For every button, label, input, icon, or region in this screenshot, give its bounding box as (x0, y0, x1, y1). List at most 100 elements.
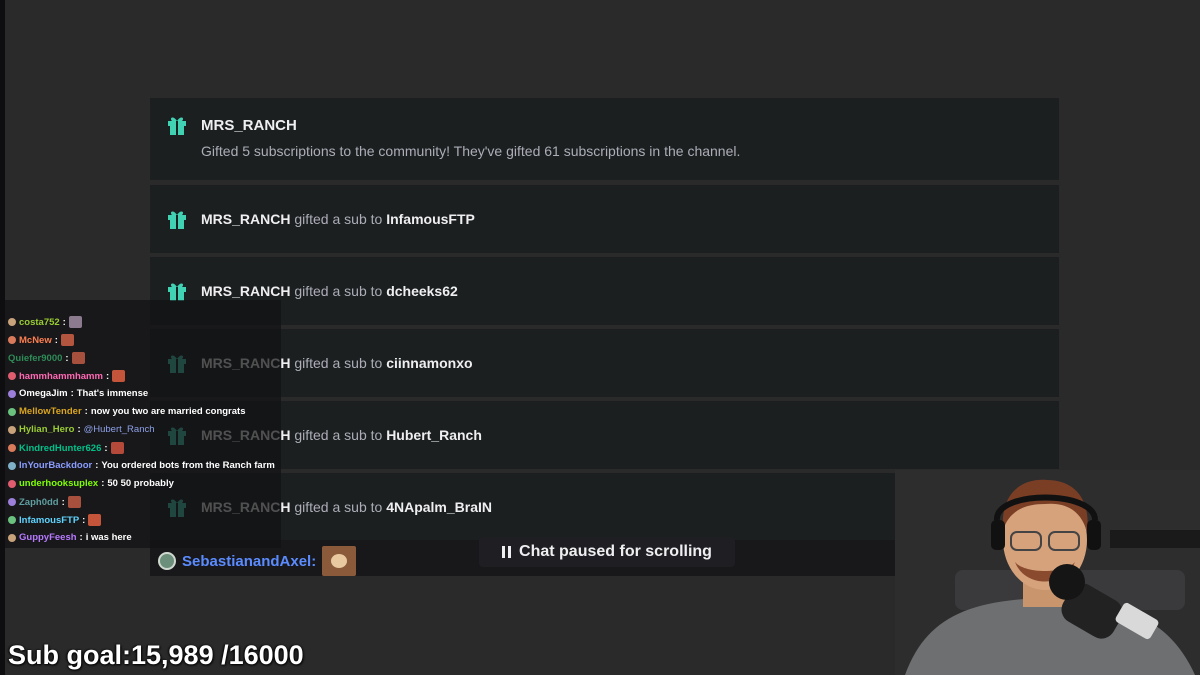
chat-line: InYourBackdoor: You ordered bots from the… (8, 460, 275, 471)
user-badge-icon (8, 533, 16, 542)
chat-line: Quiefer9000: (8, 352, 85, 364)
chat-separator: : (61, 496, 65, 508)
chat-separator: : (105, 370, 110, 382)
emote-icon (88, 514, 102, 526)
emote-icon (110, 442, 124, 454)
chat-message-text: 50 50 probably (107, 478, 174, 489)
user-badge-icon (8, 389, 16, 398)
gift-row: MRS_RANCH gifted a sub to InfamousFTP (150, 185, 1059, 253)
chat-message-text: That's immense (76, 388, 149, 399)
chat-username[interactable]: Quiefer9000 (8, 353, 62, 364)
webcam-feed (895, 470, 1200, 675)
emote-icon (68, 316, 82, 328)
chat-separator: : (70, 388, 74, 399)
gifter-name[interactable]: MRS_RANCH (201, 211, 290, 227)
recipient-name[interactable]: InfamousFTP (386, 211, 475, 227)
recipient-name[interactable]: dcheeks62 (386, 283, 458, 299)
chat-separator: : (65, 352, 69, 364)
recipient-name[interactable]: ciinnamonxo (386, 355, 472, 371)
chat-line: hammhammhamm: (8, 370, 126, 382)
chat-message-text: now you two are married congrats (90, 406, 246, 417)
chat-username[interactable]: McNew (19, 335, 52, 346)
chat-line: MellowTender: now you two are married con… (8, 406, 245, 417)
gift-connector: gifted a sub to (294, 499, 383, 515)
user-badge-icon (158, 552, 176, 570)
user-badge-icon (8, 444, 16, 452)
sub-goal-label: Sub goal: (8, 640, 131, 670)
gift-row-text: MRS_RANCH gifted a sub to InfamousFTP (201, 211, 475, 227)
gift-row-text: MRS_RANCH gifted a sub to dcheeks62 (201, 283, 458, 299)
chat-line: costa752: (8, 316, 82, 328)
chat-username[interactable]: MellowTender (19, 406, 82, 417)
gift-row: MRS_RANCH gifted a sub to ciinnamonxo (150, 329, 1059, 397)
recipient-name[interactable]: 4NApalm_BraIN (386, 499, 492, 515)
chat-username[interactable]: KindredHunter626 (19, 443, 101, 454)
gift-connector: gifted a sub to (294, 283, 383, 299)
chat-separator: : (54, 334, 58, 346)
chat-separator: : (84, 406, 88, 417)
gift-row: MRS_RANCH gifted a sub to dcheeks62 (150, 257, 1059, 325)
gift-icon (168, 117, 186, 135)
emote-icon (322, 546, 357, 576)
user-badge-icon (8, 336, 16, 344)
emote-icon (71, 352, 85, 364)
chat-username[interactable]: costa752 (19, 317, 60, 328)
user-badge-icon (8, 318, 16, 326)
chat-message-text: @Hubert_Ranch (83, 424, 155, 435)
sub-goal-counter: Sub goal:15,989 /16000 (8, 640, 304, 671)
emote-icon (60, 334, 74, 346)
user-badge-icon (8, 498, 16, 506)
chat-separator: : (104, 442, 108, 454)
chat-username[interactable]: SebastianandAxel: (182, 553, 316, 570)
chat-line: KindredHunter626: (8, 442, 124, 454)
chat-separator: : (62, 316, 66, 328)
chat-line: OmegaJim: That's immense (8, 388, 148, 399)
stream-chat-overlay: costa752: McNew: Quiefer9000: hammhammhamm:… (5, 300, 281, 548)
chat-username[interactable]: InfamousFTP (19, 515, 79, 526)
gift-connector: gifted a sub to (294, 211, 383, 227)
chat-username[interactable]: underhooksuplex (19, 478, 98, 489)
recipient-name[interactable]: Hubert_Ranch (386, 427, 482, 443)
gift-connector: gifted a sub to (294, 427, 383, 443)
user-badge-icon (8, 461, 16, 470)
chat-line: underhooksuplex:50 50 probably (8, 478, 174, 489)
gift-row: MRS_RANCH gifted a sub to Hubert_Ranch (150, 401, 1059, 469)
sub-goal-current: 15,989 (131, 640, 214, 670)
gift-connector: gifted a sub to (294, 355, 383, 371)
user-badge-icon (8, 407, 16, 416)
chat-separator: : (79, 532, 83, 543)
pause-icon (502, 546, 512, 558)
chat-username[interactable]: OmegaJim (19, 388, 68, 399)
chat-separator: : (77, 424, 81, 435)
gifter-name[interactable]: MRS_RANCH (201, 117, 297, 134)
gift-icon (168, 211, 186, 229)
chat-line: InfamousFTP: (8, 514, 102, 526)
chat-username[interactable]: Hylian_Hero (19, 424, 74, 435)
chat-line: McNew: (8, 334, 74, 346)
emote-icon (112, 370, 126, 382)
gift-card-community: MRS_RANCH Gifted 5 subscriptions to the … (150, 98, 1059, 180)
emote-icon (67, 496, 81, 508)
chat-line: Hylian_Hero: @Hubert_Ranch (8, 424, 155, 435)
chat-separator: : (82, 514, 86, 526)
chat-separator: : (95, 460, 99, 471)
gift-description: Gifted 5 subscriptions to the community!… (201, 143, 741, 159)
gifter-name[interactable]: MRS_RANCH (201, 283, 290, 299)
user-badge-icon (8, 372, 16, 380)
chat-username[interactable]: Zaph0dd (19, 497, 59, 508)
user-badge-icon (8, 516, 16, 524)
chat-username[interactable]: InYourBackdoor (19, 460, 92, 471)
chat-paused-label: Chat paused for scrolling (519, 543, 712, 560)
chat-username[interactable]: GuppyFeesh (19, 532, 77, 543)
user-badge-icon (8, 425, 16, 434)
chat-message-latest: SebastianandAxel: (158, 546, 357, 576)
chat-paused-button[interactable]: Chat paused for scrolling (479, 537, 735, 567)
chat-message-text: You ordered bots from the Ranch farm (101, 460, 275, 471)
sub-goal-target: /16000 (221, 640, 304, 670)
chat-line: GuppyFeesh: i was here (8, 532, 132, 543)
chat-username[interactable]: hammhammhamm (19, 371, 103, 382)
gift-icon (168, 283, 186, 301)
user-badge-icon (8, 479, 16, 488)
chat-line: Zaph0dd: (8, 496, 81, 508)
chat-message-text: i was here (85, 532, 132, 543)
